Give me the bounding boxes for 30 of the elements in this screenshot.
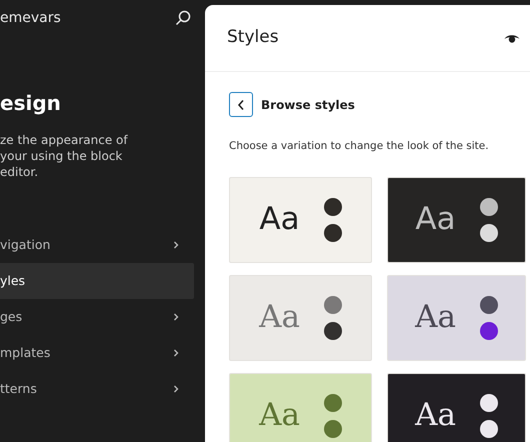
font-sample: Aa <box>415 400 456 432</box>
search-icon <box>175 10 191 26</box>
sidebar-description: ze the appearance of your using the block editor. <box>0 132 129 180</box>
style-variation-card[interactable]: Aa <box>229 176 372 263</box>
sidebar-heading: esign <box>0 90 62 117</box>
font-sample: Aa <box>259 204 300 236</box>
nav-item[interactable]: tterns <box>0 371 194 407</box>
style-variation-card[interactable]: Aa <box>229 274 372 361</box>
panel-description: Choose a variation to change the look of the site. <box>229 139 490 154</box>
nav-item[interactable]: vigation <box>0 227 194 263</box>
nav-item[interactable]: ges <box>0 299 194 335</box>
font-sample: Aa <box>259 302 300 334</box>
font-sample: Aa <box>259 400 300 432</box>
chevron-icon <box>172 313 180 321</box>
browse-styles-heading: Browse styles <box>261 96 355 114</box>
style-variation-card[interactable]: Aa <box>387 274 526 361</box>
style-variation-card[interactable]: Aa <box>387 372 526 442</box>
chevron-icon <box>172 349 180 357</box>
font-sample: Aa <box>415 302 456 334</box>
back-button[interactable] <box>229 92 253 117</box>
chevron-icon <box>172 385 180 393</box>
nav-item[interactable]: mplates <box>0 335 194 371</box>
style-variation-card[interactable]: Aa <box>387 176 526 263</box>
site-title: emevars <box>0 8 61 28</box>
search-button[interactable] <box>175 10 191 26</box>
style-variation-card[interactable]: Aa <box>229 372 372 442</box>
chevron-icon <box>172 241 180 249</box>
panel-title: Styles <box>227 26 279 50</box>
font-sample: Aa <box>415 204 456 236</box>
nav-item[interactable]: yles <box>0 263 194 299</box>
